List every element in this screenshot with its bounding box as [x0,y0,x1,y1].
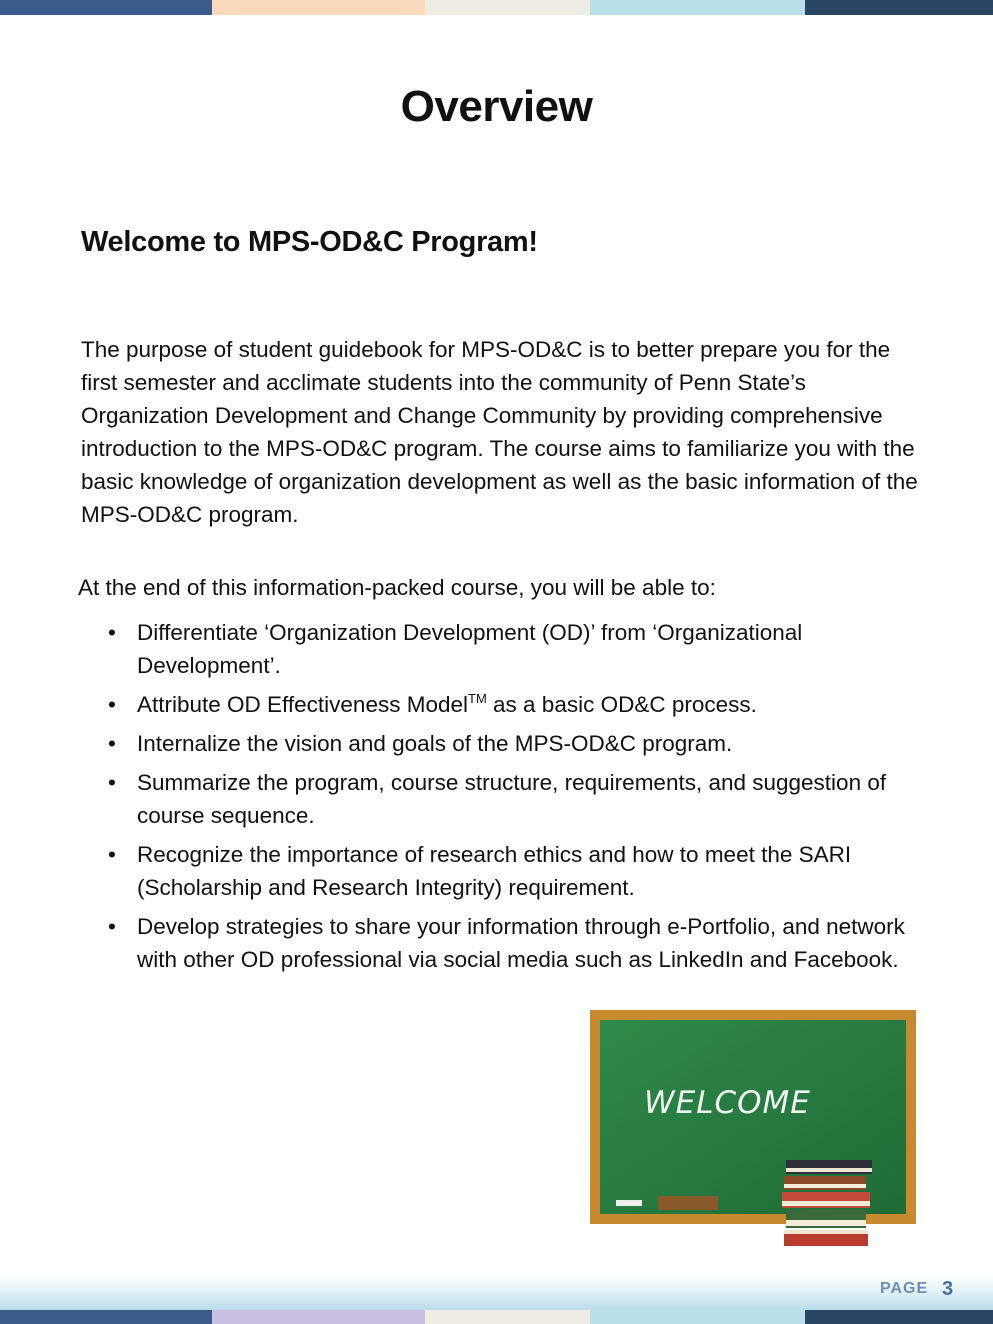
bottom-bar-segment [805,1310,993,1324]
objective-text: Summarize the program, course structure,… [137,770,887,828]
objective-text-end: as a basic OD&C process. [486,692,757,717]
page-label: PAGE [880,1280,929,1297]
top-bar-segment [425,0,590,15]
bullet-icon: • [108,770,116,795]
objective-text: Recognize the importance of research eth… [137,842,852,900]
bullet-icon: • [108,731,116,756]
bullet-icon: • [108,842,116,867]
chalkboard-illustration: WELCOME [590,1010,916,1246]
top-bar-segment [805,0,993,15]
bottom-bar-segment [425,1310,590,1324]
list-item: • Attribute OD Effectiveness ModelTM as … [108,688,928,721]
top-bar-segment [590,0,805,15]
list-item: • Recognize the importance of research e… [108,838,928,904]
intro-paragraph: The purpose of student guidebook for MPS… [81,337,918,527]
bullet-icon: • [108,914,116,939]
list-item: • Summarize the program, course structur… [108,766,928,832]
footer-gradient [0,1276,993,1310]
trademark-superscript: TM [468,691,487,706]
bullet-icon: • [108,620,116,645]
welcome-chalk-text: WELCOME [644,1085,811,1121]
objective-text: Develop strategies to share your informa… [137,914,905,972]
section-heading: Welcome to MPS-OD&C Program! [81,226,538,258]
list-item: • Internalize the vision and goals of th… [108,727,928,760]
bullet-icon: • [108,692,116,717]
objective-text: Internalize the vision and goals of the … [137,731,733,756]
top-bar-segment [212,0,425,15]
bottom-bar-segment [0,1310,212,1324]
bottom-bar-segment [212,1310,425,1324]
list-item: • Develop strategies to share your infor… [108,910,928,976]
bottom-color-bar [0,1310,993,1324]
eraser-icon [658,1196,718,1210]
book-stack-icon [782,1160,872,1246]
objectives-lead: At the end of this information-packed co… [78,575,716,600]
objectives-list: • Differentiate ‘Organization Developmen… [108,616,928,982]
top-bar-segment [0,0,212,15]
list-item: • Differentiate ‘Organization Developmen… [108,616,928,682]
page-title: Overview [400,82,593,131]
objective-text: Differentiate ‘Organization Development … [137,620,803,678]
page-number: 3 [942,1278,954,1300]
objective-text-start: Attribute OD Effectiveness Model [137,692,468,717]
chalk-icon [616,1200,642,1206]
top-color-bar [0,0,993,15]
bottom-bar-segment [590,1310,805,1324]
objective-text: Attribute OD Effectiveness ModelTM as a … [137,688,928,721]
